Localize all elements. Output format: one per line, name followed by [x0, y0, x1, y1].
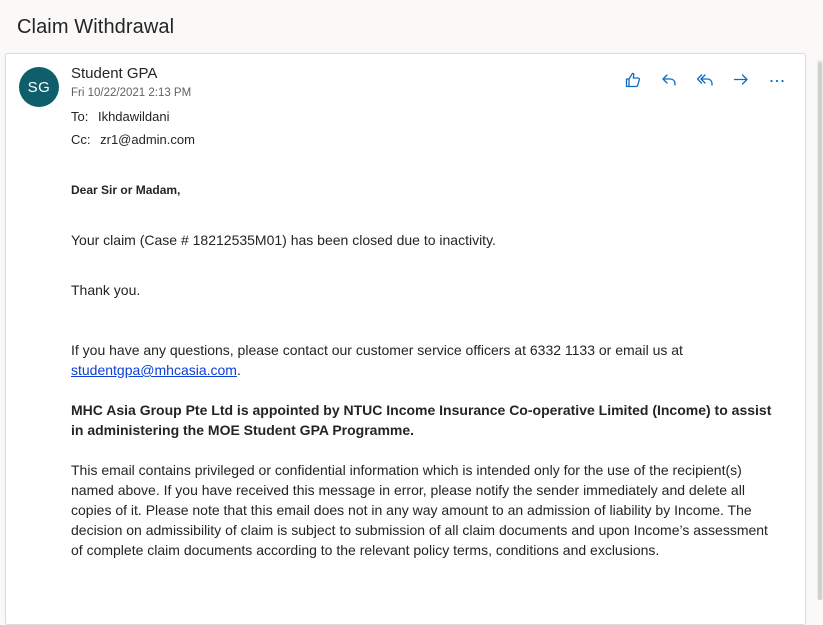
more-actions-button[interactable] — [765, 68, 789, 92]
body-paragraph-contact: If you have any questions, please contac… — [71, 340, 781, 380]
to-recipient[interactable]: Ikhdawildani — [98, 109, 170, 124]
email-reading-pane: SG Student GPA Fri 10/22/2021 2:13 PM To… — [5, 53, 806, 625]
reply-all-button[interactable] — [693, 68, 717, 92]
forward-icon — [733, 74, 748, 85]
body-paragraph-disclaimer: This email contains privileged or confid… — [71, 462, 768, 558]
scrollbar-thumb[interactable] — [818, 62, 822, 600]
avatar[interactable]: SG — [19, 67, 59, 107]
cc-recipient[interactable]: zr1@admin.com — [100, 132, 195, 147]
to-line: To: Ikhdawildani — [71, 109, 170, 124]
body-paragraph-thanks: Thank you. — [71, 282, 141, 298]
sent-date: Fri 10/22/2021 2:13 PM — [71, 87, 192, 99]
contact-text: If you have any questions, please contac… — [71, 342, 683, 358]
like-button[interactable] — [621, 68, 645, 92]
contact-text-end: . — [236, 362, 241, 378]
thumbs-up-icon — [625, 72, 641, 88]
cc-line: Cc: zr1@admin.com — [71, 132, 195, 147]
greeting: Dear Sir or Madam, — [71, 183, 181, 197]
reply-all-icon — [696, 74, 713, 86]
more-icon — [770, 79, 784, 83]
body-paragraph-appointment: MHC Asia Group Pte Ltd is appointed by N… — [71, 402, 772, 438]
reply-icon — [662, 74, 676, 86]
support-email-link[interactable]: studentgpa@mhcasia.com — [71, 362, 237, 378]
reply-button[interactable] — [657, 68, 681, 92]
to-label: To: — [71, 109, 89, 124]
body-paragraph-status: Your claim (Case # 18212535M01) has been… — [71, 232, 496, 248]
cc-label: Cc: — [71, 132, 91, 147]
message-body: Dear Sir or Madam, Your claim (Case # 18… — [71, 180, 781, 560]
forward-button[interactable] — [729, 68, 753, 92]
sender-name[interactable]: Student GPA — [71, 65, 157, 82]
message-actions — [621, 68, 789, 92]
email-subject: Claim Withdrawal — [17, 16, 175, 38]
